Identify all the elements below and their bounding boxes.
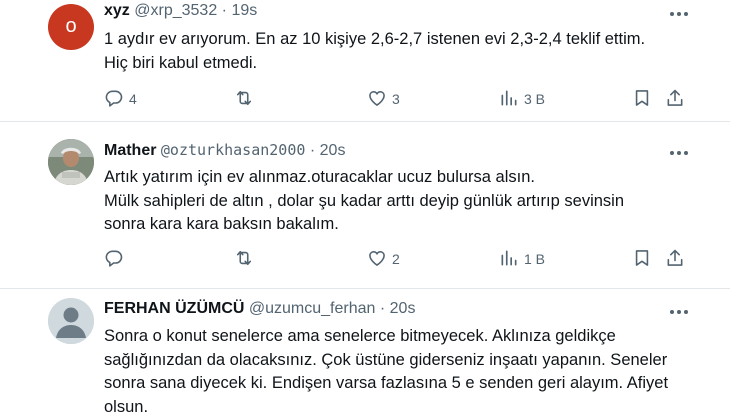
display-name[interactable]: FERHAN ÜZÜMCÜ — [104, 300, 244, 317]
action-bar: 4 3 3 B — [0, 88, 730, 112]
timestamp[interactable]: 20s — [320, 142, 346, 159]
separator: · — [309, 142, 316, 159]
more-icon[interactable] — [668, 3, 690, 25]
avatar[interactable]: o — [48, 4, 94, 50]
views-icon — [501, 250, 517, 266]
reply-icon — [105, 90, 123, 107]
views-count: 1 B — [524, 251, 546, 267]
timestamp[interactable]: 20s — [390, 300, 416, 317]
tweet-text-line: sonra sana diyecek ki. Endişen varsa faz… — [104, 374, 669, 392]
tweet-header: FERHAN ÜZÜMCÜ @uzumcu_ferhan · 20s — [104, 300, 415, 318]
tweet-text-line: Artık yatırım için ev alınmaz.oturacakla… — [104, 168, 535, 186]
display-name[interactable]: Mather — [104, 142, 156, 159]
more-icon[interactable] — [668, 301, 690, 323]
reply-count: 4 — [129, 91, 137, 107]
user-photo-icon — [48, 139, 94, 185]
user-handle[interactable]: @uzumcu_ferhan — [249, 300, 376, 317]
avatar[interactable] — [48, 298, 94, 344]
tweet-text-line: sağlığınızdan da olacaksınız. Çok üstüne… — [104, 350, 668, 369]
retweet-icon — [236, 90, 252, 106]
share-icon — [667, 89, 683, 106]
separator: · — [379, 300, 386, 317]
user-handle[interactable]: @xrp_3532 — [134, 2, 217, 19]
avatar-initial: o — [65, 15, 77, 37]
like-count: 2 — [392, 251, 400, 267]
tweet-text-line: 1 aydır ev arıyorum. En az 10 kişiye 2,6… — [104, 30, 646, 48]
retweet-icon — [236, 250, 252, 266]
action-bar: 2 1 B — [0, 248, 730, 272]
like-icon — [369, 91, 385, 106]
timestamp[interactable]: 19s — [231, 2, 257, 19]
like-icon — [369, 251, 385, 266]
tweet-header: Mather @ozturkhasan2000 · 20s — [104, 141, 345, 160]
bookmark-icon — [635, 250, 649, 266]
tweet-text: Artık yatırım için ev alınmaz.oturacakla… — [104, 166, 704, 237]
tweet-xyz[interactable]: o xyz @xrp_3532 · 19s 1 aydır ev arıyoru… — [0, 0, 730, 121]
tweet-text-line: Mülk sahipleri de altın , dolar şu kadar… — [104, 191, 625, 210]
tweet-text: 1 aydır ev arıyorum. En az 10 kişiye 2,6… — [104, 28, 704, 75]
default-avatar-icon — [48, 298, 94, 344]
tweet-text: Sonra o konut senelerce ama senelerce bi… — [104, 325, 704, 419]
tweet-text-line: Sonra o konut senelerce ama senelerce bi… — [104, 327, 616, 345]
display-name[interactable]: xyz — [104, 2, 130, 19]
views-icon — [501, 90, 517, 106]
tweet-text-line: sonra kara kara baksın bakalım. — [104, 215, 339, 233]
share-icon — [667, 249, 683, 266]
more-icon[interactable] — [668, 142, 690, 164]
tweet-ferhan[interactable]: FERHAN ÜZÜMCÜ @uzumcu_ferhan · 20s Sonra… — [0, 289, 730, 420]
tweet-mather[interactable]: Mather @ozturkhasan2000 · 20s Artık yatı… — [0, 122, 730, 288]
views-count: 3 B — [524, 91, 546, 107]
tweet-header: xyz @xrp_3532 · 19s — [104, 2, 257, 20]
tweet-text-line: olsun. — [104, 397, 149, 416]
user-handle[interactable]: @ozturkhasan2000 — [161, 141, 306, 159]
reply-icon — [105, 250, 123, 267]
separator: · — [221, 2, 227, 19]
like-count: 3 — [392, 91, 400, 107]
avatar[interactable] — [48, 139, 94, 185]
tweet-text-line: Hiç biri kabul etmedi. — [104, 53, 258, 72]
bookmark-icon — [635, 90, 649, 106]
